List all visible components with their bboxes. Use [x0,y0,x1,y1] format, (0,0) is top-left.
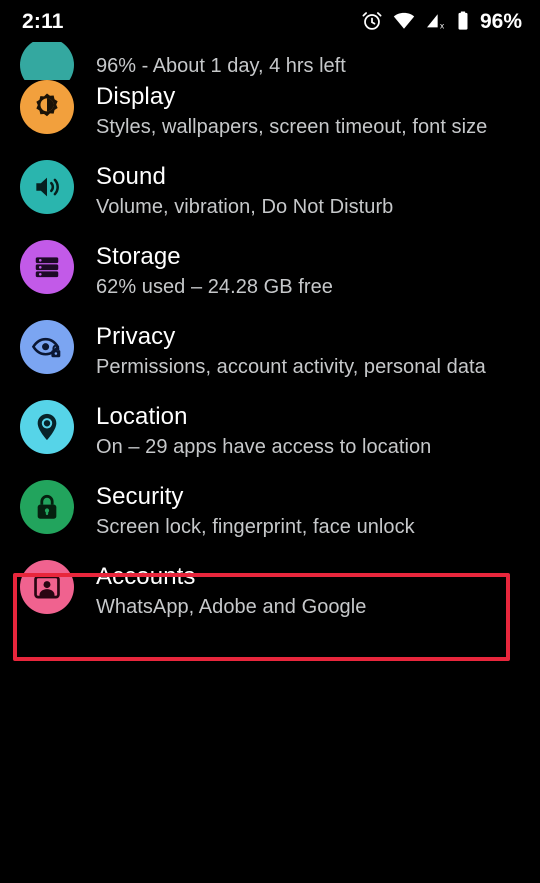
battery-icon [456,10,470,32]
status-bar-clock: 2:11 [22,9,64,33]
status-bar: 2:11 x 96% [0,0,540,42]
eye-lock-icon [20,320,74,374]
alarm-icon [361,10,383,32]
settings-item-location[interactable]: Location On – 29 apps have access to loc… [0,400,540,480]
map-pin-icon [20,400,74,454]
account-card-icon [20,560,74,614]
settings-item-summary: WhatsApp, Adobe and Google [96,596,367,618]
mobile-signal-off-icon: x [425,10,447,32]
wifi-icon [392,10,416,32]
settings-item-summary: Screen lock, fingerprint, face unlock [96,516,415,538]
settings-item-summary: Styles, wallpapers, screen timeout, font… [96,116,488,138]
settings-screen: 96% - About 1 day, 4 hrs left Display St… [0,0,540,883]
status-bar-icons: x 96% [361,10,522,32]
settings-item-title: Accounts [96,563,196,590]
settings-item-sound[interactable]: Sound Volume, vibration, Do Not Disturb [0,160,540,240]
settings-item-display[interactable]: Display Styles, wallpapers, screen timeo… [0,80,540,160]
list-item-summary: 96% - About 1 day, 4 hrs left [96,55,346,77]
brightness-icon [20,80,74,134]
lock-icon [20,480,74,534]
settings-item-title: Privacy [96,323,176,350]
settings-item-summary: On – 29 apps have access to location [96,436,432,458]
settings-item-summary: 62% used – 24.28 GB free [96,276,333,298]
battery-percent-label: 96% [479,9,522,33]
settings-item-privacy[interactable]: Privacy Permissions, account activity, p… [0,320,540,400]
settings-item-title: Display [96,83,176,110]
settings-item-title: Security [96,483,184,510]
settings-item-summary: Volume, vibration, Do Not Disturb [96,196,394,218]
storage-icon [20,240,74,294]
battery-icon [20,38,74,80]
settings-item-storage[interactable]: Storage 62% used – 24.28 GB free [0,240,540,320]
settings-item-summary: Permissions, account activity, personal … [96,356,486,378]
settings-item-title: Sound [96,163,166,190]
settings-item-title: Storage [96,243,181,270]
svg-text:x: x [440,22,445,31]
settings-item-security[interactable]: Security Screen lock, fingerprint, face … [0,480,540,560]
settings-item-accounts[interactable]: Accounts WhatsApp, Adobe and Google [0,560,540,640]
settings-list[interactable]: 96% - About 1 day, 4 hrs left Display St… [0,0,540,640]
settings-item-title: Location [96,403,188,430]
speaker-icon [20,160,74,214]
